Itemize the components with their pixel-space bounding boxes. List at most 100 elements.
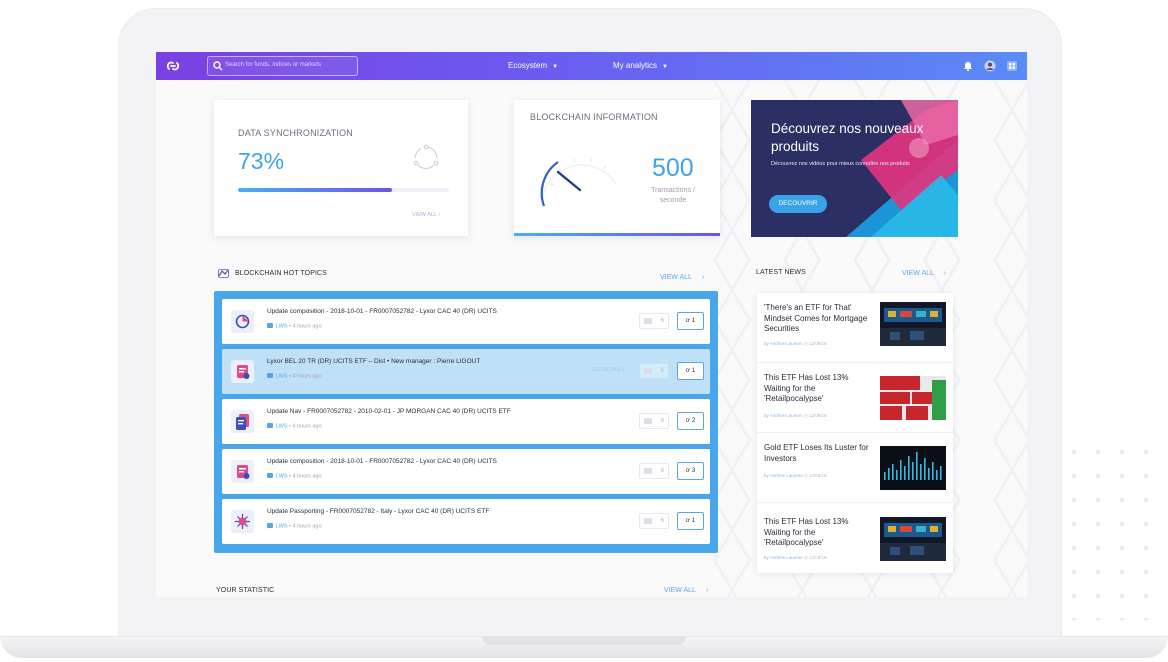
vote-button[interactable]: ơ 1 xyxy=(677,312,704,330)
search-input[interactable]: Search for funds, indices or markets xyxy=(207,56,358,76)
comment-count-value: 6 xyxy=(660,468,664,474)
comment-count[interactable]: 6 xyxy=(639,313,669,329)
app-screen: Search for funds, indices or markets Eco… xyxy=(156,52,1027,597)
topic-title[interactable]: Update composition - 2018-10-01 - FR0007… xyxy=(267,458,497,465)
vote-button[interactable]: ơ 1 xyxy=(677,362,704,380)
topic-item-active[interactable]: Lyxor BEL 20 TR (DR) UCITS ETF – Dist • … xyxy=(222,349,710,394)
comment-count[interactable]: 6 xyxy=(639,413,669,429)
news-date: 12/09/18 xyxy=(808,341,827,346)
topic-title[interactable]: Update composition - 2018-10-01 - FR0007… xyxy=(267,308,497,315)
bell-icon[interactable] xyxy=(962,60,974,72)
apps-icon[interactable] xyxy=(1006,60,1018,72)
topic-title[interactable]: Update Nav - FR0007052782 - 2010-02-01 -… xyxy=(267,408,511,415)
news-title[interactable]: This ETF Has Lost 13% Waiting for the 'R… xyxy=(764,373,874,405)
transactions-value: 500 xyxy=(652,154,694,182)
top-navigation-bar: Search for funds, indices or markets Eco… xyxy=(156,52,1027,80)
topic-title[interactable]: Lyxor BEL 20 TR (DR) UCITS ETF – Dist • … xyxy=(267,358,480,365)
like-icon: ơ xyxy=(685,467,690,474)
app-logo-icon[interactable] xyxy=(164,57,182,75)
comment-count[interactable]: 6 xyxy=(639,513,669,529)
news-title[interactable]: This ETF Has Lost 13% Waiting for the 'R… xyxy=(764,517,874,549)
comment-count-value: 6 xyxy=(660,418,664,424)
nav-ecosystem-label: Ecosystem xyxy=(508,61,548,70)
nav-ecosystem[interactable]: Ecosystem ▼ xyxy=(508,61,558,70)
sync-icon xyxy=(413,144,439,169)
news-meta: by Andrew Laurens ◷ 12/09/18 xyxy=(764,473,827,478)
transactions-unit-line1: Transactions / xyxy=(651,187,695,194)
chevron-right-icon: › xyxy=(701,274,705,281)
nav-my-analytics[interactable]: My analytics ▼ xyxy=(613,61,668,70)
news-item[interactable]: Gold ETF Loses Its Luster for Investors … xyxy=(757,433,953,503)
vote-button[interactable]: ơ 3 xyxy=(677,462,704,480)
news-thumbnail[interactable] xyxy=(880,302,946,346)
card-accent-bar xyxy=(514,233,720,236)
news-thumbnail[interactable] xyxy=(880,446,946,490)
news-author[interactable]: by Andrew Laurens xyxy=(764,555,803,560)
topic-item[interactable]: Update composition - 2018-10-01 - FR0007… xyxy=(222,449,710,494)
news-author[interactable]: by Andrew Laurens xyxy=(764,413,803,418)
search-icon xyxy=(213,61,223,71)
topic-time: • 4 hours ago xyxy=(289,523,322,530)
chevron-down-icon: ▼ xyxy=(552,64,559,70)
topic-source[interactable]: LWS xyxy=(276,374,288,380)
folder-icon xyxy=(267,523,273,528)
news-title[interactable]: 'There's an ETF for That' Mindset Comes … xyxy=(764,303,874,335)
news-meta: by Andrew Laurens ◷ 12/09/18 xyxy=(764,341,827,346)
transactions-unit: Transactions / seconde xyxy=(642,186,704,206)
topic-source[interactable]: LWS xyxy=(276,474,288,480)
comment-count[interactable]: 6 xyxy=(639,463,669,479)
topic-time: • 4 hours ago xyxy=(289,423,322,430)
like-icon: ơ xyxy=(685,517,690,524)
go-details-link[interactable]: GO DETAILS xyxy=(592,367,625,373)
vote-button[interactable]: ơ 2 xyxy=(677,412,704,430)
folder-icon xyxy=(267,473,273,478)
topic-meta: LWS • 4 hours ago xyxy=(267,473,322,480)
hot-topics-view-all-link[interactable]: VIEW ALL › xyxy=(660,274,704,281)
promo-banner: Découvrez nos nouveaux produits Découvre… xyxy=(751,100,958,237)
hot-topics-icon xyxy=(218,269,229,278)
news-author[interactable]: by Andrew Laurens xyxy=(764,473,803,478)
news-item[interactable]: This ETF Has Lost 13% Waiting for the 'R… xyxy=(757,363,953,433)
comment-count[interactable]: 6 xyxy=(639,363,669,379)
laptop-notch xyxy=(482,636,686,645)
card-title: BLOCKCHAIN INFORMATION xyxy=(530,112,658,122)
topic-item[interactable]: Update composition - 2018-10-01 - FR0007… xyxy=(222,299,710,344)
folder-icon xyxy=(267,323,273,328)
comment-icon xyxy=(644,418,652,424)
vote-button[interactable]: ơ 1 xyxy=(677,512,704,530)
topic-source[interactable]: LWS xyxy=(276,324,288,330)
sync-view-all-link[interactable]: VIEW ALL › xyxy=(412,212,440,218)
view-all-label: VIEW ALL xyxy=(660,274,692,281)
nav-my-analytics-label: My analytics xyxy=(613,61,658,70)
news-thumbnail[interactable] xyxy=(880,517,946,561)
topic-meta: LWS • 4 hours ago xyxy=(267,373,322,380)
vote-count: 1 xyxy=(691,517,696,524)
topic-time: • 4 hours ago xyxy=(289,473,322,480)
user-avatar-icon[interactable] xyxy=(984,60,996,72)
latest-news-view-all-link[interactable]: VIEW ALL › xyxy=(902,270,946,277)
news-item[interactable]: 'There's an ETF for That' Mindset Comes … xyxy=(757,293,953,363)
news-item[interactable]: This ETF Has Lost 13% Waiting for the 'R… xyxy=(757,503,953,573)
topic-title[interactable]: Update Passporting - FR0007052782 - Ital… xyxy=(267,508,489,515)
topic-item[interactable]: Update Passporting - FR0007052782 - Ital… xyxy=(222,499,710,544)
news-date: 12/09/18 xyxy=(808,413,827,418)
document-chart-icon xyxy=(231,460,254,483)
chevron-right-icon: › xyxy=(705,587,709,594)
discover-button[interactable]: DECOUVRIR xyxy=(769,195,827,213)
hot-topics-title: BLOCKCHAIN HOT TOPICS xyxy=(235,270,327,277)
promo-subtitle: Découvrez nos vidéos pour mieux connaîtr… xyxy=(771,161,910,167)
news-author[interactable]: by Andrew Laurens xyxy=(764,341,803,346)
bar-chart-thumbnail xyxy=(880,446,946,490)
topic-time: • 4 hours ago xyxy=(289,373,322,380)
virus-icon xyxy=(231,510,254,533)
news-thumbnail[interactable] xyxy=(880,376,946,420)
topic-item[interactable]: Update Nav - FR0007052782 - 2010-02-01 -… xyxy=(222,399,710,444)
chevron-down-icon: ▼ xyxy=(662,64,668,70)
topic-source[interactable]: LWS xyxy=(276,424,288,430)
sync-percent: 73% xyxy=(238,148,285,174)
view-all-label: VIEW ALL xyxy=(664,587,696,594)
statistic-view-all-link[interactable]: VIEW ALL › xyxy=(664,587,708,594)
topic-source[interactable]: LWS xyxy=(276,524,288,530)
comment-icon xyxy=(644,318,652,324)
news-title[interactable]: Gold ETF Loses Its Luster for Investors xyxy=(764,443,874,464)
